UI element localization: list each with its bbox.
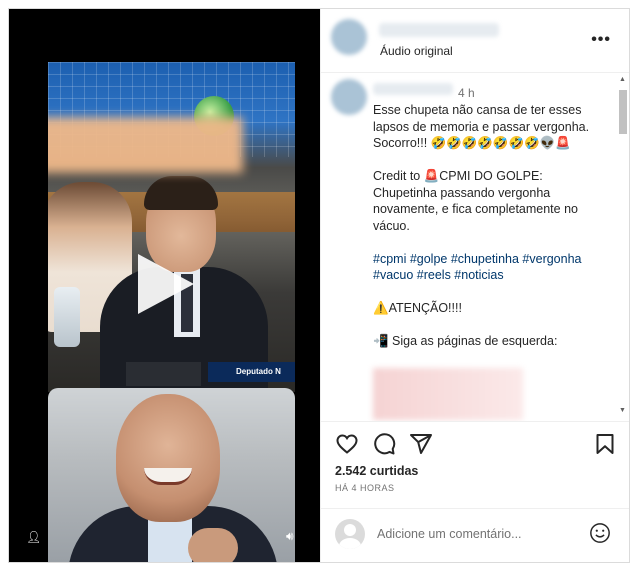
scroll-thumb[interactable] <box>619 90 627 134</box>
caption-line: Esse chupeta não cansa de ter esses laps… <box>373 103 590 150</box>
person-hair <box>144 176 218 210</box>
person-face <box>116 394 220 522</box>
post-time: 4 h <box>458 86 475 100</box>
likes-count[interactable]: 2.542 curtidas <box>335 464 418 478</box>
share-icon[interactable] <box>409 432 433 456</box>
post-date: HÁ 4 HORAS <box>335 483 395 493</box>
hashtags[interactable]: #cpmi #golpe #chupetinha #vergonha #vacu… <box>373 251 603 284</box>
laptop <box>126 362 201 386</box>
action-bar: 2.542 curtidas HÁ 4 HORAS <box>321 421 629 502</box>
avatar <box>335 519 365 549</box>
video-clip-top: Deputado N <box>48 62 295 392</box>
hand <box>188 528 238 562</box>
play-icon[interactable] <box>138 254 194 314</box>
post-header: Áudio original ••• <box>321 9 629 73</box>
user-icon[interactable]: 👤︎ <box>26 530 41 544</box>
tv-nameplate: Deputado N <box>208 362 295 382</box>
author-name[interactable] <box>379 23 499 37</box>
comment-icon[interactable] <box>372 432 396 456</box>
caption-line: Credit to 🚨CPMI DO GOLPE: Chupetinha pas… <box>373 169 578 233</box>
caption-area: 4 h Esse chupeta não cansa de ter esses … <box>321 73 629 421</box>
water-bottle <box>54 287 80 347</box>
reel-video[interactable]: Deputado N 👤︎ 🔊︎ <box>9 9 320 562</box>
audio-label[interactable]: Áudio original <box>380 44 453 58</box>
speaker-icon[interactable]: 🔊︎ <box>286 529 294 544</box>
caption-avatar[interactable] <box>331 79 367 115</box>
comment-input[interactable]: Adicione um comentário... <box>377 527 522 541</box>
caption-author[interactable] <box>373 83 453 95</box>
emoji-icon[interactable] <box>589 522 611 544</box>
bookmark-icon[interactable] <box>593 432 617 456</box>
blurred-banner <box>48 117 243 173</box>
caption-text: Esse chupeta não cansa de ter esses laps… <box>373 102 603 366</box>
caption-line: 📲 Siga as páginas de esquerda: <box>373 334 558 348</box>
heart-icon[interactable] <box>335 432 359 456</box>
blurred-content <box>373 368 523 420</box>
comment-bar: Adicione um comentário... <box>321 508 629 563</box>
scroll-up-icon[interactable]: ▲ <box>619 76 626 83</box>
scroll-down-icon[interactable]: ▼ <box>619 407 626 414</box>
caption-line: ⚠️ATENÇÃO!!!! <box>373 301 462 315</box>
author-avatar[interactable] <box>331 19 367 55</box>
video-clip-bottom <box>48 388 295 562</box>
more-horizontal-icon[interactable]: ••• <box>591 31 611 49</box>
scrollbar[interactable]: ▲ ▼ <box>618 76 627 416</box>
